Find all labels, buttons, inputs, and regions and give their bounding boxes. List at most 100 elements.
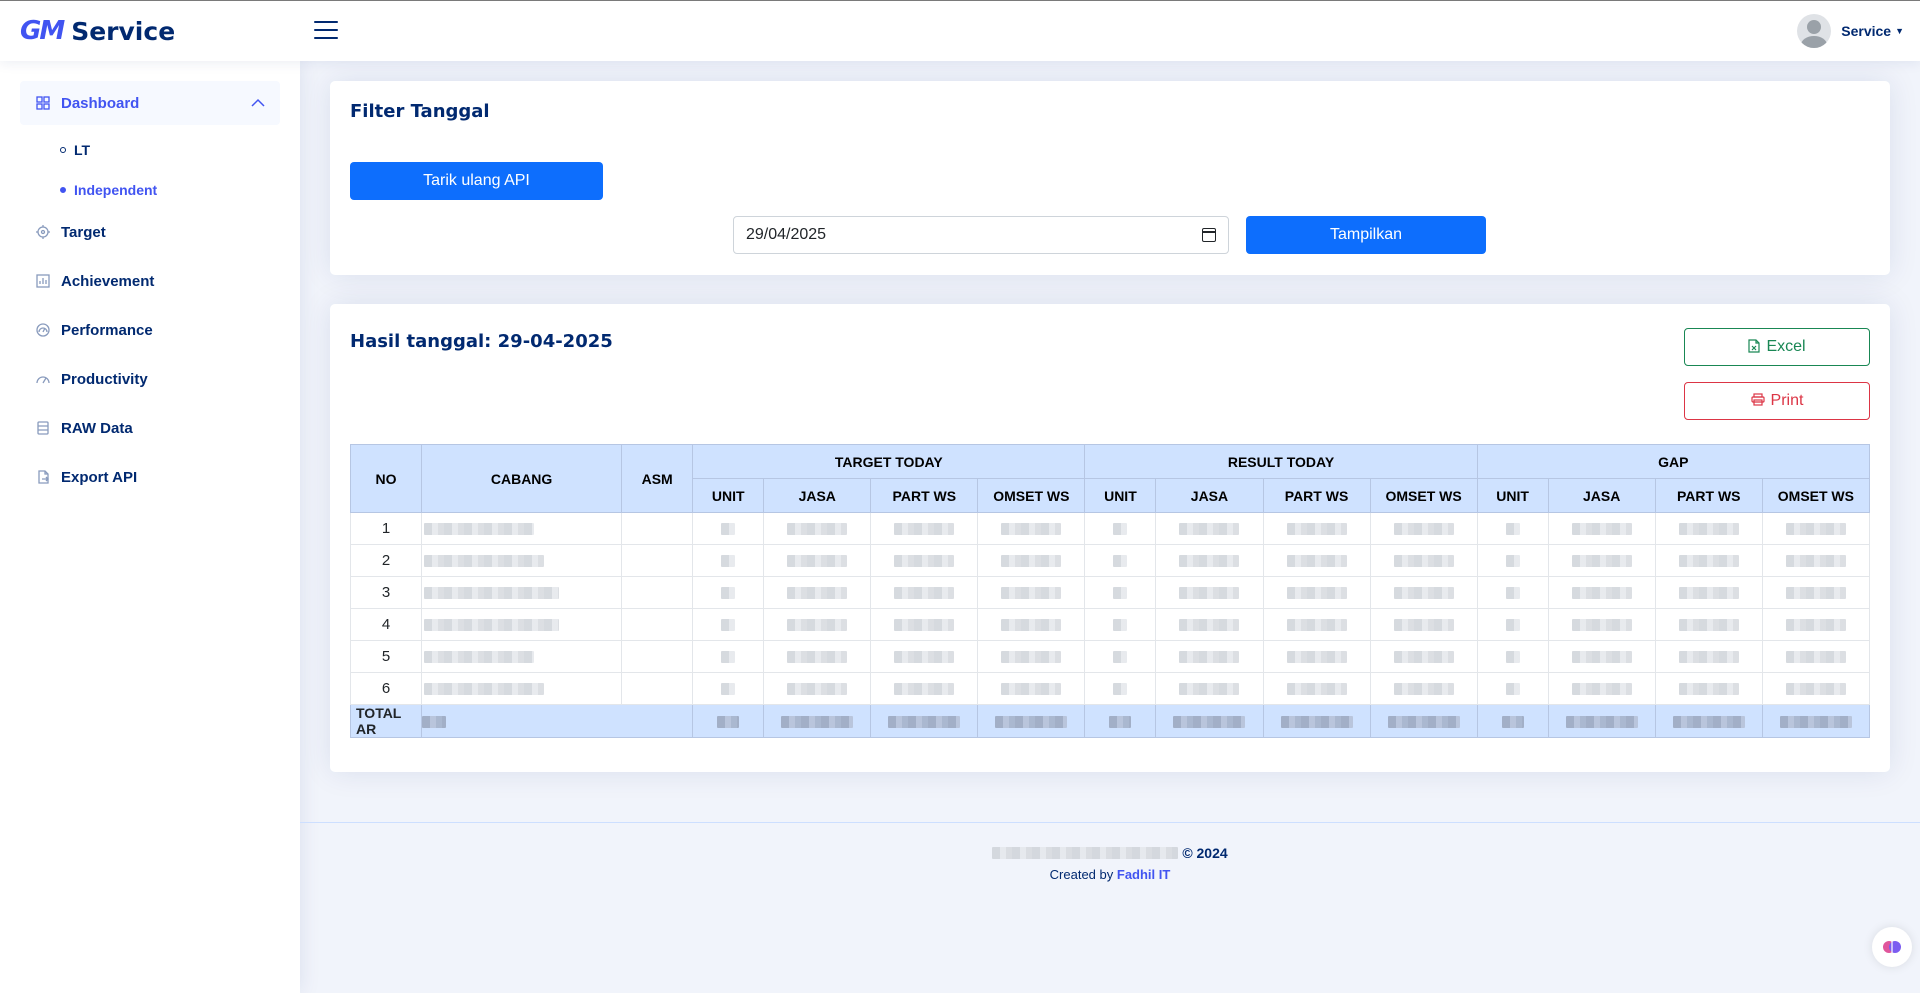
- redacted-text: [1571, 651, 1632, 664]
- redacted-text: [1678, 619, 1739, 632]
- value-cell: [1761, 608, 1871, 641]
- redacted-text: [1109, 716, 1132, 729]
- redacted-text: [1571, 619, 1632, 632]
- gauge-icon: [35, 322, 51, 338]
- credits: Created by Fadhil IT: [300, 867, 1920, 882]
- app-logo[interactable]: GM Service: [20, 13, 175, 49]
- value-cell: [1262, 672, 1371, 705]
- sidebar-item-export-api[interactable]: Export API: [20, 455, 280, 499]
- value-cell: [1547, 512, 1656, 545]
- cabang-cell: [421, 544, 623, 577]
- value-cell: [1547, 640, 1656, 673]
- row-number: 5: [349, 640, 423, 673]
- total-cabang-cell: [421, 704, 694, 738]
- total-value-cell: [1262, 704, 1371, 738]
- redacted-text: [1179, 651, 1240, 664]
- value-cell: [1155, 544, 1264, 577]
- total-value-cell: [1654, 704, 1763, 738]
- redacted-text: [1179, 555, 1240, 568]
- row-number: 3: [349, 576, 423, 609]
- profile-dropdown[interactable]: Service ▼: [1797, 14, 1904, 48]
- cabang-cell: [421, 608, 623, 641]
- sidebar-item-dashboard[interactable]: Dashboard: [20, 81, 280, 125]
- date-input[interactable]: 29/04/2025: [733, 216, 1229, 254]
- reload-api-button[interactable]: Tarik ulang API: [350, 162, 603, 200]
- redacted-text: [1672, 716, 1745, 729]
- value-cell: [1761, 576, 1871, 609]
- asm-cell: [621, 512, 694, 545]
- redacted-text: [1678, 683, 1739, 696]
- redacted-text: [1505, 651, 1520, 664]
- value-cell: [763, 544, 872, 577]
- excel-button[interactable]: Excel: [1684, 328, 1870, 366]
- calendar-icon[interactable]: [1202, 228, 1216, 242]
- cabang-cell: [421, 576, 623, 609]
- file-export-icon: [35, 469, 51, 485]
- caret-down-icon: ▼: [1895, 26, 1904, 36]
- logo-mark: GM: [20, 16, 65, 46]
- sidebar-item-productivity[interactable]: Productivity: [20, 357, 280, 401]
- row-number: 6: [349, 672, 423, 705]
- sidebar-subitem-independent[interactable]: Independent: [20, 170, 280, 210]
- value-cell: [1654, 512, 1763, 545]
- redacted-text: [1785, 523, 1846, 536]
- group-header-result: RESULT TODAY: [1084, 444, 1478, 479]
- sidebar-item-achievement[interactable]: Achievement: [20, 259, 280, 303]
- total-value-cell: [692, 704, 765, 738]
- value-cell: [870, 512, 979, 545]
- value-cell: [977, 576, 1086, 609]
- redacted-text: [894, 555, 955, 568]
- total-value-cell: [977, 704, 1086, 738]
- col-header-sub: PART WS: [1262, 478, 1371, 513]
- database-icon: [35, 420, 51, 436]
- redacted-text: [1678, 523, 1739, 536]
- value-cell: [692, 640, 765, 673]
- redacted-text: [1501, 716, 1524, 729]
- sidebar-item-target[interactable]: Target: [20, 210, 280, 254]
- redacted-text: [1505, 523, 1520, 536]
- grid-icon: [35, 95, 51, 111]
- target-icon: [35, 224, 51, 240]
- cabang-cell: [421, 512, 623, 545]
- redacted-text: [787, 523, 848, 536]
- value-cell: [1761, 512, 1871, 545]
- print-button[interactable]: Print: [1684, 382, 1870, 420]
- sidebar-item-label: Target: [61, 223, 106, 241]
- redacted-text: [1393, 651, 1454, 664]
- total-value-cell: [1476, 704, 1549, 738]
- redacted-text: [992, 847, 1179, 859]
- author-link[interactable]: Fadhil IT: [1117, 867, 1170, 882]
- col-header-sub: UNIT: [1084, 478, 1157, 513]
- brain-icon[interactable]: [1872, 927, 1912, 967]
- sidebar-item-raw-data[interactable]: RAW Data: [20, 406, 280, 450]
- show-button[interactable]: Tampilkan: [1246, 216, 1486, 254]
- redacted-text: [721, 651, 736, 664]
- redacted-text: [1001, 619, 1062, 632]
- total-value-cell: [1547, 704, 1656, 738]
- menu-toggle-icon[interactable]: [314, 21, 338, 41]
- redacted-text: [1113, 523, 1128, 536]
- col-header-sub: JASA: [763, 478, 872, 513]
- chevron-up-icon: [251, 95, 265, 112]
- redacted-text: [721, 619, 736, 632]
- redacted-text: [1571, 555, 1632, 568]
- sidebar-subitem-lt[interactable]: LT: [20, 130, 280, 170]
- copyright-year: © 2024: [1182, 845, 1228, 861]
- redacted-text: [1280, 716, 1353, 729]
- redacted-text: [1001, 587, 1062, 600]
- redacted-text: [1505, 587, 1520, 600]
- value-cell: [870, 544, 979, 577]
- value-cell: [1369, 608, 1478, 641]
- col-header-asm: ASM: [621, 444, 694, 513]
- value-cell: [1262, 544, 1371, 577]
- asm-cell: [621, 672, 694, 705]
- sidebar-item-label: RAW Data: [61, 419, 133, 437]
- sidebar: Dashboard LT Independent Target Achievem…: [0, 61, 300, 993]
- redacted-text: [1113, 587, 1128, 600]
- sidebar-item-performance[interactable]: Performance: [20, 308, 280, 352]
- value-cell: [1369, 640, 1478, 673]
- value-cell: [1262, 512, 1371, 545]
- excel-button-label: Excel: [1766, 338, 1806, 355]
- value-cell: [1155, 608, 1264, 641]
- value-cell: [692, 544, 765, 577]
